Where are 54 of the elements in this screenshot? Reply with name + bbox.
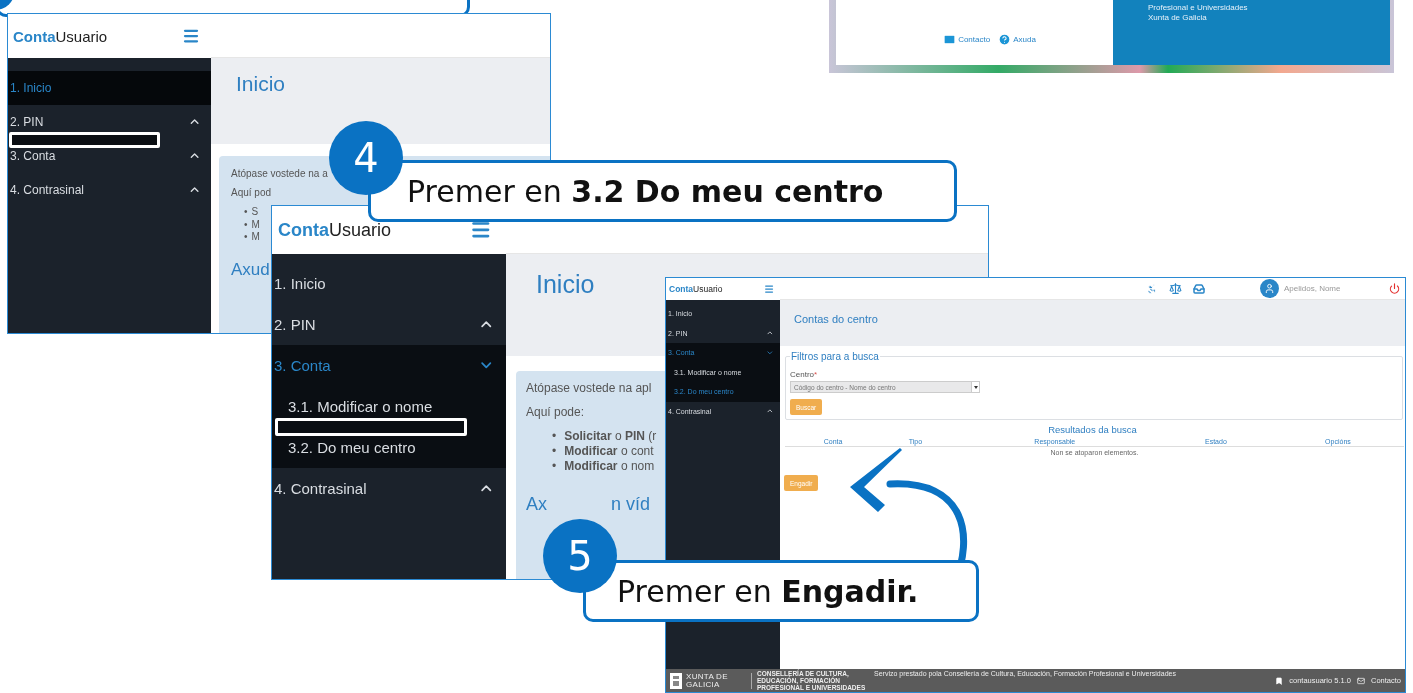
mail-icon bbox=[1356, 676, 1365, 685]
section-heading: Ax bbox=[526, 494, 547, 515]
submenu-item[interactable]: 3.1. Modificar o nome bbox=[272, 396, 506, 417]
menu-item[interactable]: 2. PIN bbox=[8, 114, 211, 130]
list-item: • M bbox=[244, 231, 260, 244]
list-item: • Modificar o cont bbox=[552, 444, 654, 459]
help-icon bbox=[998, 33, 1012, 46]
help-link[interactable]: Axuda bbox=[998, 33, 1036, 46]
mail-icon bbox=[943, 33, 957, 46]
filter-legend: Filtros para a busca bbox=[790, 351, 880, 362]
power-icon[interactable] bbox=[1389, 283, 1400, 294]
list-item: • M bbox=[244, 218, 260, 231]
results-title: Resultados da busca bbox=[1048, 424, 1137, 435]
info-text: Xunta de Galicia bbox=[1148, 13, 1208, 22]
menu-item[interactable]: 4. Contrasinal bbox=[8, 182, 211, 198]
list-item: • S bbox=[244, 206, 259, 219]
menu-icon[interactable] bbox=[763, 283, 774, 295]
info-text: Profesional e Universidades bbox=[1148, 3, 1249, 12]
menu-item[interactable]: 4. Contrasinal bbox=[272, 478, 506, 499]
menu-item[interactable]: 2. PIN bbox=[272, 314, 506, 335]
app-logo: ContaUsuario bbox=[669, 284, 723, 294]
callout-text: Premer en 3.2 Do meu centro bbox=[407, 173, 884, 209]
lead-text: Aquí pode: bbox=[526, 405, 585, 419]
avatar-icon[interactable] bbox=[1260, 279, 1279, 298]
menu-item[interactable]: 1. Inicio bbox=[8, 71, 211, 105]
page-title: Inicio bbox=[236, 72, 286, 96]
page-title: Contas do centro bbox=[794, 313, 878, 325]
logo-text: XUNTA DE GALICIA bbox=[686, 672, 729, 689]
section-heading: n víd bbox=[611, 494, 651, 515]
menu-item[interactable]: 3. Conta bbox=[272, 345, 506, 386]
accessibility-icon[interactable] bbox=[1146, 282, 1158, 295]
field-label: Centro* bbox=[790, 370, 818, 379]
menu-icon[interactable] bbox=[182, 27, 200, 45]
user-name: Apelidos, Nome bbox=[1284, 284, 1342, 293]
caret-icon bbox=[973, 385, 978, 389]
menu-item[interactable]: 1. Inicio bbox=[272, 273, 506, 294]
crest-icon bbox=[670, 672, 682, 689]
lead-text: Aquí pod bbox=[231, 187, 272, 198]
page-title: Inicio bbox=[536, 270, 595, 299]
intro-text: Atópase vostede na apl bbox=[526, 381, 652, 395]
intro-text: Atópase vostede na a bbox=[231, 168, 328, 179]
list-item: • Solicitar o PIN (r bbox=[552, 429, 657, 444]
chevron-down-icon bbox=[766, 348, 774, 357]
contact-link[interactable]: Contacto bbox=[943, 33, 991, 46]
scale-icon[interactable] bbox=[1169, 282, 1182, 295]
callout-text: Premer en Engadir. bbox=[617, 573, 919, 609]
list-item: • Modificar o nom bbox=[552, 459, 655, 474]
bookmark-icon bbox=[1275, 676, 1284, 685]
inbox-icon[interactable] bbox=[1193, 282, 1205, 295]
menu-item[interactable]: 3. Conta bbox=[8, 148, 211, 164]
section-heading: Axud bbox=[231, 259, 270, 280]
submenu-item[interactable]: 3.2. Do meu centro bbox=[272, 437, 506, 458]
app-logo: ContaUsuario bbox=[278, 219, 392, 241]
app-logo: ContaUsuario bbox=[13, 27, 108, 45]
